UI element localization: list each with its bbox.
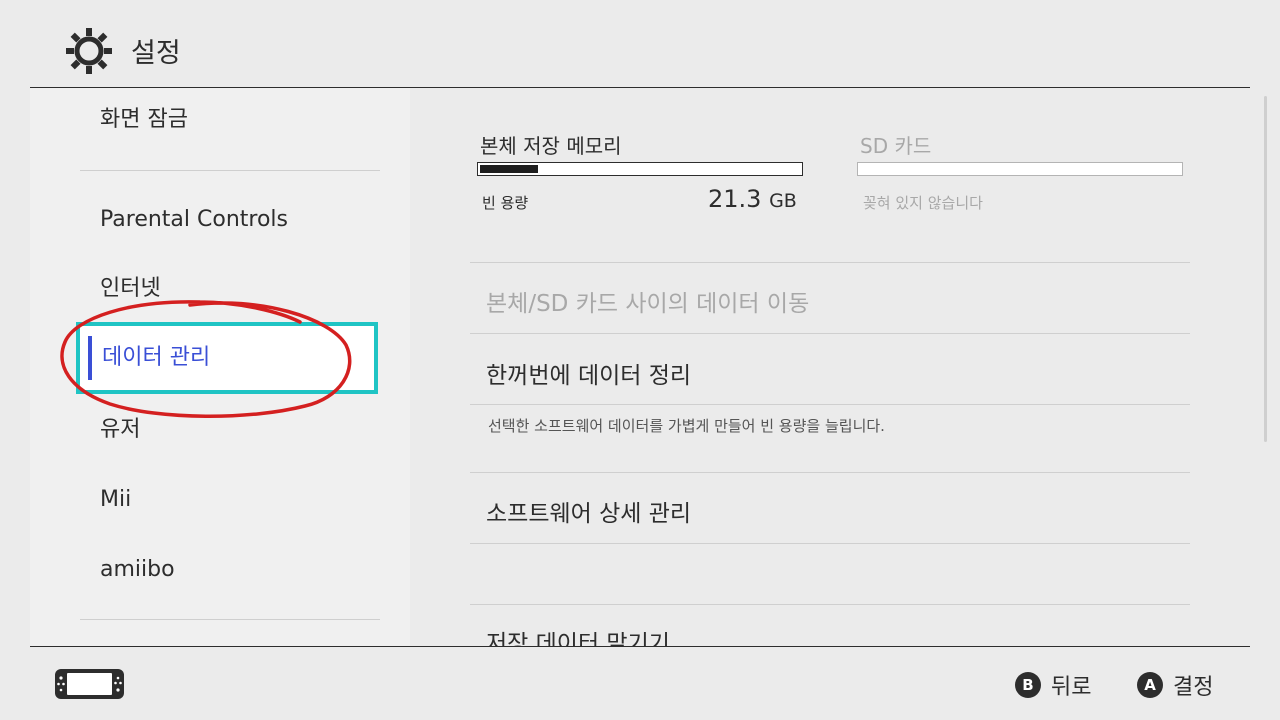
save-data-cloud-option[interactable]: 저장 데이터 맡기기 — [486, 624, 670, 646]
sidebar-item-amiibo[interactable]: amiibo — [100, 550, 175, 590]
divider — [470, 543, 1190, 544]
sidebar-divider — [80, 170, 380, 171]
sd-card-bar — [857, 162, 1183, 176]
sidebar-item-data-management[interactable]: 데이터 관리 — [76, 322, 378, 394]
cleanup-data-option[interactable]: 한꺼번에 데이터 정리 — [486, 356, 691, 390]
sidebar-item-parental-controls[interactable]: Parental Controls — [100, 200, 288, 240]
free-space-label: 빈 용량 — [482, 194, 529, 212]
sidebar: 화면 잠금 Parental Controls 인터넷 데이터 관리 유저 Mi… — [30, 88, 410, 646]
selection-indicator — [88, 336, 92, 380]
cleanup-description: 선택한 소프트웨어 데이터를 가볍게 만들어 빈 용량을 늘립니다. — [488, 417, 885, 435]
sidebar-item-label: 데이터 관리 — [102, 345, 211, 370]
divider — [470, 604, 1190, 605]
scrollbar[interactable] — [1264, 96, 1267, 442]
a-button-icon: A — [1137, 672, 1163, 698]
page-title: 설정 — [131, 38, 181, 69]
sidebar-divider — [80, 619, 380, 620]
system-memory-bar-fill — [480, 165, 538, 173]
main-content: 본체 저장 메모리 빈 용량 21.3 GB SD 카드 꽂혀 있지 않습니다 … — [410, 88, 1250, 646]
back-label: 뒤로 — [1051, 675, 1092, 700]
sidebar-item-users[interactable]: 유저 — [100, 410, 140, 450]
free-space-value: 21.3 GB — [708, 185, 797, 213]
ok-label: 결정 — [1173, 675, 1214, 700]
footer-divider — [30, 646, 1250, 647]
gear-icon — [66, 28, 112, 74]
divider — [470, 333, 1190, 334]
software-management-option[interactable]: 소프트웨어 상세 관리 — [486, 494, 691, 528]
sidebar-item-mii[interactable]: Mii — [100, 480, 131, 520]
divider — [470, 262, 1190, 263]
handheld-console-icon — [55, 669, 124, 699]
sidebar-item-screen-lock[interactable]: 화면 잠금 — [100, 100, 188, 140]
sidebar-item-internet[interactable]: 인터넷 — [100, 269, 161, 309]
ok-button[interactable]: A 결정 — [1137, 670, 1213, 700]
b-button-icon: B — [1015, 672, 1041, 698]
move-data-option[interactable]: 본체/SD 카드 사이의 데이터 이동 — [486, 284, 809, 318]
system-memory-title: 본체 저장 메모리 — [480, 134, 622, 158]
header: 설정 — [0, 0, 1280, 88]
sd-card-status: 꽂혀 있지 않습니다 — [863, 194, 983, 212]
divider — [470, 404, 1190, 405]
back-button[interactable]: B 뒤로 — [1015, 670, 1091, 700]
system-memory-bar — [477, 162, 803, 176]
divider — [470, 472, 1190, 473]
sd-card-title: SD 카드 — [860, 134, 932, 158]
